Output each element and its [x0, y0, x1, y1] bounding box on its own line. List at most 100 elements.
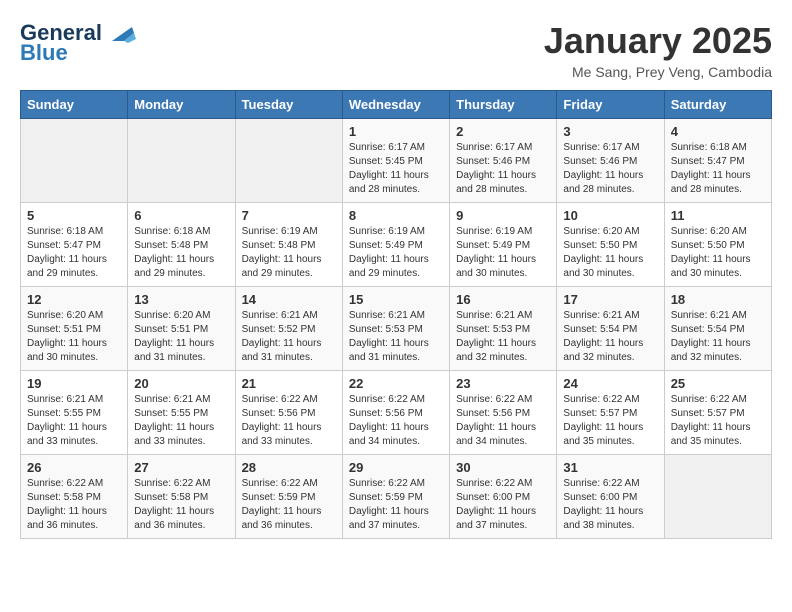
calendar-cell: 10 Sunrise: 6:20 AM Sunset: 5:50 PM Dayli… — [557, 203, 664, 287]
day-info: Sunrise: 6:17 AM Sunset: 5:46 PM Dayligh… — [456, 141, 550, 197]
day-number: 16 — [456, 292, 550, 307]
title-section: January 2025 Me Sang, Prey Veng, Cambodi… — [544, 20, 772, 80]
day-info: Sunrise: 6:22 AM Sunset: 5:59 PM Dayligh… — [349, 477, 443, 533]
weekday-header-tuesday: Tuesday — [235, 91, 342, 119]
day-info: Sunrise: 6:18 AM Sunset: 5:47 PM Dayligh… — [671, 141, 765, 197]
day-info: Sunrise: 6:21 AM Sunset: 5:55 PM Dayligh… — [134, 393, 228, 449]
day-number: 26 — [27, 460, 121, 475]
day-number: 1 — [349, 124, 443, 139]
calendar-week-3: 12 Sunrise: 6:20 AM Sunset: 5:51 PM Dayli… — [21, 287, 772, 371]
day-number: 9 — [456, 208, 550, 223]
day-number: 14 — [242, 292, 336, 307]
day-info: Sunrise: 6:21 AM Sunset: 5:52 PM Dayligh… — [242, 309, 336, 365]
day-info: Sunrise: 6:19 AM Sunset: 5:49 PM Dayligh… — [349, 225, 443, 281]
calendar-cell: 1 Sunrise: 6:17 AM Sunset: 5:45 PM Daylig… — [342, 119, 449, 203]
calendar-cell: 29 Sunrise: 6:22 AM Sunset: 5:59 PM Dayli… — [342, 455, 449, 539]
calendar-cell — [128, 119, 235, 203]
day-number: 19 — [27, 376, 121, 391]
calendar-cell: 27 Sunrise: 6:22 AM Sunset: 5:58 PM Dayli… — [128, 455, 235, 539]
weekday-header-wednesday: Wednesday — [342, 91, 449, 119]
day-number: 29 — [349, 460, 443, 475]
day-number: 3 — [563, 124, 657, 139]
day-number: 4 — [671, 124, 765, 139]
calendar-cell: 26 Sunrise: 6:22 AM Sunset: 5:58 PM Dayli… — [21, 455, 128, 539]
calendar-cell: 28 Sunrise: 6:22 AM Sunset: 5:59 PM Dayli… — [235, 455, 342, 539]
day-info: Sunrise: 6:22 AM Sunset: 5:56 PM Dayligh… — [242, 393, 336, 449]
calendar-cell: 6 Sunrise: 6:18 AM Sunset: 5:48 PM Daylig… — [128, 203, 235, 287]
logo-icon — [104, 23, 136, 43]
day-info: Sunrise: 6:20 AM Sunset: 5:50 PM Dayligh… — [563, 225, 657, 281]
weekday-header-saturday: Saturday — [664, 91, 771, 119]
day-info: Sunrise: 6:21 AM Sunset: 5:53 PM Dayligh… — [349, 309, 443, 365]
day-info: Sunrise: 6:19 AM Sunset: 5:48 PM Dayligh… — [242, 225, 336, 281]
logo-blue: Blue — [20, 40, 68, 66]
calendar-cell: 30Sunrise: 6:22 AM Sunset: 6:00 PM Dayli… — [450, 455, 557, 539]
calendar-week-4: 19 Sunrise: 6:21 AM Sunset: 5:55 PM Dayli… — [21, 371, 772, 455]
day-info: Sunrise: 6:17 AM Sunset: 5:46 PM Dayligh… — [563, 141, 657, 197]
day-number: 8 — [349, 208, 443, 223]
day-number: 22 — [349, 376, 443, 391]
day-number: 11 — [671, 208, 765, 223]
day-number: 2 — [456, 124, 550, 139]
day-info: Sunrise: 6:18 AM Sunset: 5:48 PM Dayligh… — [134, 225, 228, 281]
day-number: 18 — [671, 292, 765, 307]
day-info: Sunrise: 6:21 AM Sunset: 5:53 PM Dayligh… — [456, 309, 550, 365]
calendar-cell: 14 Sunrise: 6:21 AM Sunset: 5:52 PM Dayli… — [235, 287, 342, 371]
day-number: 6 — [134, 208, 228, 223]
calendar-cell: 15 Sunrise: 6:21 AM Sunset: 5:53 PM Dayli… — [342, 287, 449, 371]
calendar-cell: 24 Sunrise: 6:22 AM Sunset: 5:57 PM Dayli… — [557, 371, 664, 455]
calendar-cell — [21, 119, 128, 203]
day-info: Sunrise: 6:22 AM Sunset: 5:59 PM Dayligh… — [242, 477, 336, 533]
calendar-cell: 5 Sunrise: 6:18 AM Sunset: 5:47 PM Daylig… — [21, 203, 128, 287]
day-number: 12 — [27, 292, 121, 307]
calendar-cell: 7 Sunrise: 6:19 AM Sunset: 5:48 PM Daylig… — [235, 203, 342, 287]
weekday-header-sunday: Sunday — [21, 91, 128, 119]
day-info: Sunrise: 6:22 AM Sunset: 5:57 PM Dayligh… — [671, 393, 765, 449]
calendar-cell: 22Sunrise: 6:22 AM Sunset: 5:56 PM Dayli… — [342, 371, 449, 455]
day-number: 28 — [242, 460, 336, 475]
day-number: 23 — [456, 376, 550, 391]
day-number: 7 — [242, 208, 336, 223]
calendar-cell: 8 Sunrise: 6:19 AM Sunset: 5:49 PM Daylig… — [342, 203, 449, 287]
day-number: 31 — [563, 460, 657, 475]
day-info: Sunrise: 6:22 AM Sunset: 5:58 PM Dayligh… — [27, 477, 121, 533]
day-number: 27 — [134, 460, 228, 475]
day-info: Sunrise: 6:22 AM Sunset: 5:57 PM Dayligh… — [563, 393, 657, 449]
day-info: Sunrise: 6:22 AM Sunset: 6:00 PM Dayligh… — [563, 477, 657, 533]
day-info: Sunrise: 6:19 AM Sunset: 5:49 PM Dayligh… — [456, 225, 550, 281]
calendar-cell: 31 Sunrise: 6:22 AM Sunset: 6:00 PM Dayli… — [557, 455, 664, 539]
day-info: Sunrise: 6:22 AM Sunset: 5:56 PM Dayligh… — [456, 393, 550, 449]
weekday-header-thursday: Thursday — [450, 91, 557, 119]
day-number: 24 — [563, 376, 657, 391]
weekday-header-friday: Friday — [557, 91, 664, 119]
calendar-week-1: 1 Sunrise: 6:17 AM Sunset: 5:45 PM Daylig… — [21, 119, 772, 203]
weekday-header-monday: Monday — [128, 91, 235, 119]
day-number: 25 — [671, 376, 765, 391]
header: General Blue January 2025 Me Sang, Prey … — [20, 20, 772, 80]
day-info: Sunrise: 6:21 AM Sunset: 5:54 PM Dayligh… — [563, 309, 657, 365]
calendar-cell: 4 Sunrise: 6:18 AM Sunset: 5:47 PM Daylig… — [664, 119, 771, 203]
day-info: Sunrise: 6:22 AM Sunset: 6:00 PM Dayligh… — [456, 477, 550, 533]
calendar-cell — [664, 455, 771, 539]
weekday-header-row: SundayMondayTuesdayWednesdayThursdayFrid… — [21, 91, 772, 119]
calendar-cell: 12 Sunrise: 6:20 AM Sunset: 5:51 PM Dayli… — [21, 287, 128, 371]
day-number: 15 — [349, 292, 443, 307]
calendar-cell: 11 Sunrise: 6:20 AM Sunset: 5:50 PM Dayli… — [664, 203, 771, 287]
day-info: Sunrise: 6:17 AM Sunset: 5:45 PM Dayligh… — [349, 141, 443, 197]
calendar-subtitle: Me Sang, Prey Veng, Cambodia — [544, 64, 772, 80]
day-info: Sunrise: 6:18 AM Sunset: 5:47 PM Dayligh… — [27, 225, 121, 281]
day-info: Sunrise: 6:20 AM Sunset: 5:51 PM Dayligh… — [27, 309, 121, 365]
day-number: 20 — [134, 376, 228, 391]
day-info: Sunrise: 6:21 AM Sunset: 5:55 PM Dayligh… — [27, 393, 121, 449]
calendar-cell: 20 Sunrise: 6:21 AM Sunset: 5:55 PM Dayli… — [128, 371, 235, 455]
logo: General Blue — [20, 20, 136, 66]
day-info: Sunrise: 6:22 AM Sunset: 5:58 PM Dayligh… — [134, 477, 228, 533]
calendar-cell: 25 Sunrise: 6:22 AM Sunset: 5:57 PM Dayli… — [664, 371, 771, 455]
day-number: 5 — [27, 208, 121, 223]
day-info: Sunrise: 6:20 AM Sunset: 5:50 PM Dayligh… — [671, 225, 765, 281]
calendar-cell — [235, 119, 342, 203]
calendar-cell: 3 Sunrise: 6:17 AM Sunset: 5:46 PM Daylig… — [557, 119, 664, 203]
calendar-cell: 21Sunrise: 6:22 AM Sunset: 5:56 PM Dayli… — [235, 371, 342, 455]
day-info: Sunrise: 6:21 AM Sunset: 5:54 PM Dayligh… — [671, 309, 765, 365]
day-number: 10 — [563, 208, 657, 223]
